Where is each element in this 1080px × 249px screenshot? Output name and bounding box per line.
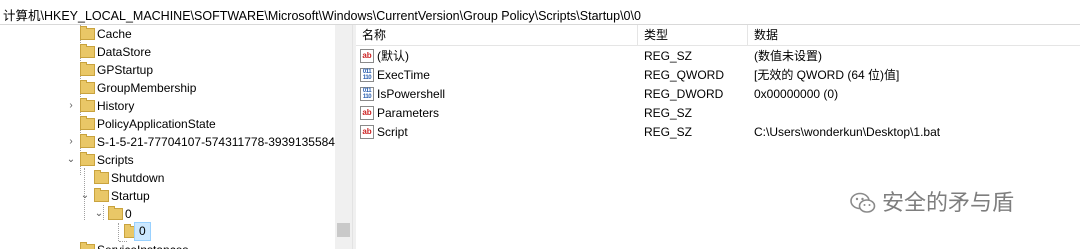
tree-scrollbar[interactable] — [335, 25, 352, 249]
folder-icon — [80, 152, 95, 166]
folder-icon — [80, 80, 95, 94]
chevron-right-icon[interactable] — [66, 241, 76, 249]
expander[interactable] — [66, 115, 76, 133]
expander[interactable] — [108, 223, 118, 241]
value-row[interactable]: 011 110 IsPowershell REG_DWORD 0x00000000… — [356, 85, 1080, 104]
column-header-type[interactable]: 类型 — [638, 25, 748, 45]
binary-value-icon: 011 110 — [360, 68, 374, 82]
value-type: REG_SZ — [644, 49, 693, 63]
chevron-down-icon[interactable]: ⌄ — [94, 205, 104, 223]
value-type: REG_QWORD — [644, 68, 725, 82]
expander[interactable] — [66, 79, 76, 97]
tree-item-label: Scripts — [97, 153, 134, 167]
watermark-text: 安全的矛与盾 — [882, 190, 1015, 215]
tree-item-label: ServiceInstances — [97, 241, 188, 249]
folder-icon — [80, 134, 95, 148]
expander[interactable] — [66, 43, 76, 61]
address-path[interactable]: 计算机\HKEY_LOCAL_MACHINE\SOFTWARE\Microsof… — [3, 5, 641, 24]
chevron-down-icon[interactable]: ⌄ — [80, 187, 90, 205]
value-name: ExecTime — [377, 68, 430, 82]
tree-item-label: Startup — [111, 189, 150, 203]
folder-icon — [108, 206, 123, 220]
folder-icon — [80, 62, 95, 76]
chevron-down-icon[interactable]: ⌄ — [66, 151, 76, 169]
expander[interactable] — [66, 25, 76, 43]
tree-item-label: PolicyApplicationState — [97, 117, 216, 131]
value-row[interactable]: ab Parameters REG_SZ — [356, 104, 1080, 123]
tree-item-label: GPStartup — [97, 63, 154, 77]
tree-item-label: Cache — [97, 27, 132, 41]
column-header-data[interactable]: 数据 — [748, 25, 1080, 45]
scrollbar-thumb[interactable] — [337, 223, 350, 237]
tree-item-label: 0 — [134, 222, 151, 241]
tree-item-label: GroupMembership — [97, 81, 197, 95]
value-type: REG_SZ — [644, 106, 693, 120]
string-value-icon: ab — [360, 106, 374, 120]
tree-item-label: S-1-5-21-77704107-574311778-3939135584-1 — [97, 135, 346, 149]
value-name: Parameters — [377, 106, 440, 120]
column-header-name[interactable]: 名称 — [356, 25, 638, 45]
value-data: [无效的 QWORD (64 位)值] — [754, 68, 900, 82]
value-name: (默认) — [377, 49, 409, 63]
value-data: (数值未设置) — [754, 49, 822, 63]
value-data: 0x00000000 (0) — [754, 87, 839, 101]
folder-icon — [80, 98, 95, 112]
chevron-right-icon[interactable]: › — [66, 133, 76, 151]
value-name: IsPowershell — [377, 87, 446, 101]
string-value-icon: ab — [360, 125, 374, 139]
binary-value-icon: 011 110 — [360, 87, 374, 101]
value-type: REG_DWORD — [644, 87, 724, 101]
wechat-icon — [850, 192, 876, 213]
value-type: REG_SZ — [644, 125, 693, 139]
value-row[interactable]: ab (默认) REG_SZ (数值未设置) — [356, 47, 1080, 66]
string-value-icon: ab — [360, 49, 374, 63]
folder-icon — [80, 116, 95, 130]
folder-icon — [94, 170, 109, 184]
expander[interactable] — [66, 61, 76, 79]
folder-icon — [80, 44, 95, 58]
list-header: 名称 类型 数据 — [356, 25, 1080, 46]
tree-item-label: DataStore — [97, 45, 152, 59]
expander[interactable] — [80, 169, 90, 187]
value-row[interactable]: 011 110 ExecTime REG_QWORD [无效的 QWORD (64… — [356, 66, 1080, 85]
tree-item-label: 0 — [125, 207, 132, 221]
tree-item-label: Shutdown — [111, 171, 165, 185]
registry-tree[interactable]: Cache DataStore GPStartup GroupMembershi… — [0, 25, 352, 249]
address-bar[interactable]: 计算机\HKEY_LOCAL_MACHINE\SOFTWARE\Microsof… — [0, 0, 1080, 25]
value-row[interactable]: ab Script REG_SZ C:\Users\wonderkun\Desk… — [356, 123, 1080, 142]
chevron-right-icon[interactable]: › — [66, 97, 76, 115]
value-data: C:\Users\wonderkun\Desktop\1.bat — [754, 125, 941, 139]
folder-icon — [80, 26, 95, 40]
folder-icon — [80, 242, 95, 249]
tree-item-label: History — [97, 99, 135, 113]
value-name: Script — [377, 125, 408, 139]
folder-icon — [94, 188, 109, 202]
